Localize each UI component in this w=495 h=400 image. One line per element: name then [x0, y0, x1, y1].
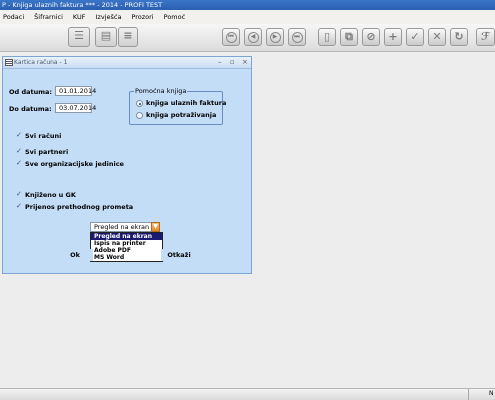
option-ms-word[interactable]: MS Word — [91, 254, 162, 261]
cancel-button[interactable]: Otkaži — [161, 249, 197, 261]
menu-prozori[interactable]: Prozori — [131, 13, 153, 21]
checkbox-sve-org-jedinice[interactable]: ✓ — [16, 160, 23, 167]
option-pregled-na-ekran[interactable]: Pregled na ekran — [91, 233, 162, 240]
od-datuma-field[interactable]: 01.01.2014 — [55, 86, 96, 96]
refresh-icon[interactable]: ↻ — [450, 28, 468, 46]
ok-button[interactable]: Ok — [57, 249, 93, 261]
maximize-button[interactable]: ▫ — [230, 57, 235, 68]
checkbox-label-prijenos-prometa: Prijenos prethodnog prometa — [25, 203, 134, 211]
cancel-icon[interactable]: ⊘ — [362, 28, 380, 46]
minimize-button[interactable]: – — [218, 57, 222, 68]
window-title: Kartica računa - 1 — [3, 57, 251, 69]
radio-label-potrazivanja: knjiga potraživanja — [146, 111, 217, 119]
toolbar: ☰ ▤ ≡ ⏮ ◀ ▶ ⏭ ▯ ⧉ ⊘ + ✓ ✕ ↻ ℱ — [0, 24, 495, 52]
menu-podaci[interactable]: Podaci — [3, 13, 24, 21]
od-datuma-label: Od datuma: — [9, 88, 52, 96]
kartica-racuna-window: Kartica računa - 1 – ▫ × Od datuma: 01.0… — [2, 56, 252, 274]
menu-izvjesca[interactable]: Izvješća — [96, 13, 122, 21]
radio-knjiga-potrazivanja[interactable] — [136, 112, 143, 119]
output-dropdown-list: Pregled na ekran Ispis na printer Adobe … — [90, 232, 163, 262]
delete-icon[interactable]: ✕ — [428, 28, 446, 46]
copy-document-icon[interactable]: ⧉ — [340, 28, 358, 46]
window-icon — [5, 59, 13, 66]
status-bar — [0, 388, 495, 400]
add-icon[interactable]: + — [384, 28, 402, 46]
checkbox-svi-partneri[interactable]: ✓ — [16, 148, 23, 155]
status-right-text: N — [468, 389, 495, 400]
next-record-icon[interactable]: ▶ — [266, 28, 284, 46]
new-document-icon[interactable]: ▯ — [318, 28, 336, 46]
option-adobe-pdf[interactable]: Adobe PDF — [91, 247, 162, 254]
radio-label-ulaznih: knjiga ulaznih faktura — [146, 99, 227, 107]
output-select-value: Pregled na ekran — [94, 223, 150, 231]
menu-kuf[interactable]: KUF — [73, 13, 86, 21]
radio-knjiga-ulaznih-faktura[interactable] — [136, 100, 143, 107]
previous-record-icon[interactable]: ◀ — [244, 28, 262, 46]
close-button[interactable]: × — [242, 57, 248, 68]
option-ispis-na-printer[interactable]: Ispis na printer — [91, 240, 162, 247]
print-preview-icon[interactable]: ▤ — [95, 27, 117, 47]
database-icon[interactable]: ≡ — [118, 27, 138, 47]
last-record-icon[interactable]: ⏭ — [288, 28, 306, 46]
app-title-bar: P - Knjiga ulaznih faktura *** - 2014 - … — [0, 0, 495, 10]
menu-sifrarnici[interactable]: Šifrarnici — [34, 13, 63, 21]
checkbox-label-svi-racuni: Svi računi — [25, 132, 62, 140]
checkbox-prijenos-prometa[interactable]: ✓ — [16, 203, 23, 210]
menu-pomoc[interactable]: Pomoć — [164, 13, 186, 21]
checkbox-label-sve-org-jedinice: Sve organizacijske jedinice — [25, 160, 124, 168]
checkbox-label-knjizeno-u-gk: Knjiženo u GK — [25, 191, 76, 199]
checkbox-svi-racuni[interactable]: ✓ — [16, 132, 23, 139]
do-datuma-field[interactable]: 03.07.2014 — [55, 103, 96, 113]
checkbox-knjizeno-u-gk[interactable]: ✓ — [16, 191, 23, 198]
filter-icon[interactable]: ℱ — [476, 28, 495, 46]
first-record-icon[interactable]: ⏮ — [222, 28, 240, 46]
menu-bar: Podaci Šifrarnici KUF Izvješća Prozori P… — [0, 10, 495, 24]
checkbox-label-svi-partneri: Svi partneri — [25, 148, 69, 156]
chevron-down-icon[interactable]: ▼ — [151, 222, 160, 232]
pomocna-knjiga-group: Pomoćna knjiga knjiga ulaznih faktura kn… — [129, 87, 227, 125]
confirm-icon[interactable]: ✓ — [406, 28, 424, 46]
report-icon[interactable]: ☰ — [68, 27, 90, 47]
do-datuma-label: Do datuma: — [9, 105, 52, 113]
group-title: Pomoćna knjiga — [134, 87, 188, 95]
output-select[interactable]: Pregled na ekran ▼ — [90, 222, 160, 232]
